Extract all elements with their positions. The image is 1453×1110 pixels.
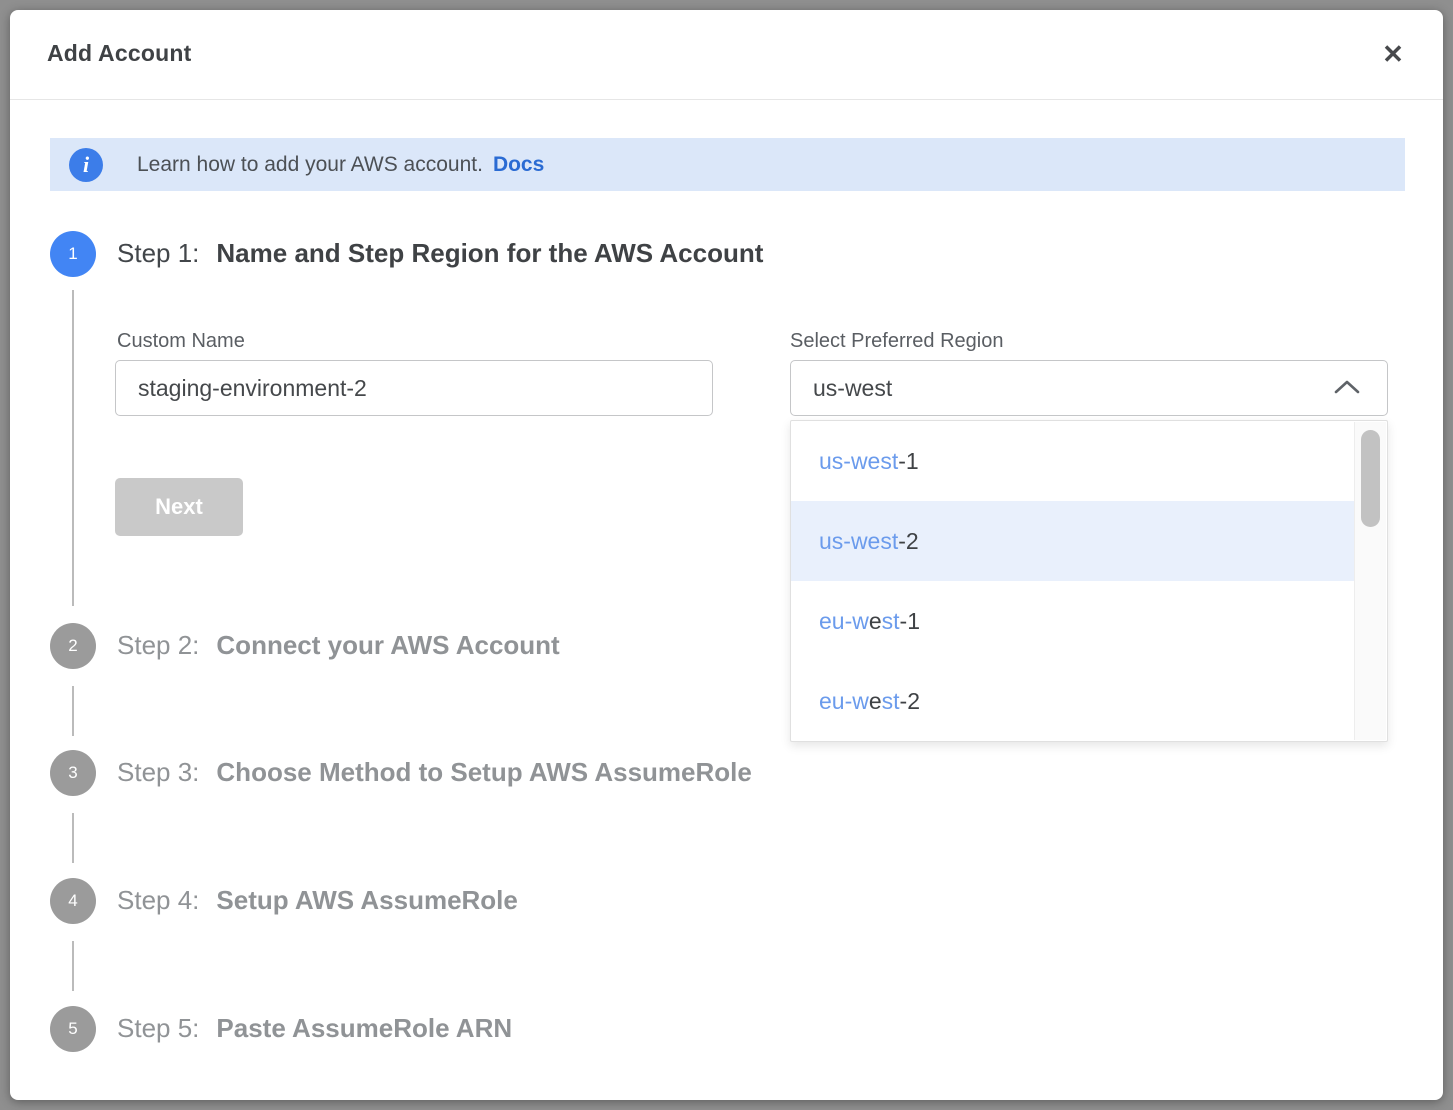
info-icon: i bbox=[69, 148, 103, 182]
region-select-input[interactable] bbox=[790, 360, 1388, 416]
step2-heading: Step 2: Connect your AWS Account bbox=[117, 630, 560, 661]
modal-header: Add Account ✕ bbox=[10, 10, 1443, 100]
option-match-text: us-west bbox=[819, 448, 898, 474]
step4-heading: Step 4: Setup AWS AssumeRole bbox=[117, 885, 518, 916]
step1-title: Name and Step Region for the AWS Account bbox=[216, 238, 763, 268]
step1-circle: 1 bbox=[50, 231, 96, 277]
step-connector-3-4 bbox=[72, 813, 74, 863]
step3-heading: Step 3: Choose Method to Setup AWS Assume… bbox=[117, 757, 752, 788]
region-option-us-west-1[interactable]: us-west-1 bbox=[791, 421, 1354, 501]
step4-title: Setup AWS AssumeRole bbox=[216, 885, 517, 915]
region-label: Select Preferred Region bbox=[790, 330, 1003, 353]
option-rest-text: -1 bbox=[900, 608, 920, 634]
banner-text: Learn how to add your AWS account. bbox=[137, 153, 483, 177]
step4-circle: 4 bbox=[50, 878, 96, 924]
option-rest-text: e bbox=[869, 608, 882, 634]
step5-heading: Step 5: Paste AssumeRole ARN bbox=[117, 1013, 512, 1044]
step2-title: Connect your AWS Account bbox=[216, 630, 559, 660]
info-banner: i Learn how to add your AWS account. Doc… bbox=[50, 138, 1405, 191]
option-rest-text: e bbox=[869, 688, 882, 714]
option-rest-text: -2 bbox=[900, 688, 920, 714]
option-match-text: us-west bbox=[819, 528, 898, 554]
region-option-eu-west-1[interactable]: eu-west-1 bbox=[791, 581, 1354, 661]
step-connector-2-3 bbox=[72, 686, 74, 736]
step5-title: Paste AssumeRole ARN bbox=[216, 1013, 512, 1043]
option-match-text: st bbox=[882, 688, 900, 714]
step3-prefix: Step 3: bbox=[117, 757, 199, 787]
step2-prefix: Step 2: bbox=[117, 630, 199, 660]
step-connector-1-2 bbox=[72, 290, 74, 606]
region-select[interactable] bbox=[790, 360, 1388, 416]
option-rest-text: -1 bbox=[898, 448, 918, 474]
region-option-us-west-2[interactable]: us-west-2 bbox=[791, 501, 1354, 581]
close-icon[interactable]: ✕ bbox=[1373, 34, 1413, 74]
step3-circle: 3 bbox=[50, 750, 96, 796]
option-match-text: st bbox=[882, 608, 900, 634]
dropdown-scrollbar-track[interactable] bbox=[1354, 422, 1386, 740]
option-match-text: eu-w bbox=[819, 608, 869, 634]
step2-circle: 2 bbox=[50, 623, 96, 669]
dropdown-scrollbar-thumb[interactable] bbox=[1361, 430, 1380, 527]
modal-title: Add Account bbox=[47, 40, 191, 67]
add-account-modal: Add Account ✕ i Learn how to add your AW… bbox=[10, 10, 1443, 1100]
custom-name-label: Custom Name bbox=[117, 330, 245, 353]
custom-name-input[interactable] bbox=[115, 360, 713, 416]
option-match-text: eu-w bbox=[819, 688, 869, 714]
step5-prefix: Step 5: bbox=[117, 1013, 199, 1043]
region-option-eu-west-2[interactable]: eu-west-2 bbox=[791, 661, 1354, 741]
option-rest-text: -2 bbox=[898, 528, 918, 554]
step1-prefix: Step 1: bbox=[117, 238, 199, 268]
step5-circle: 5 bbox=[50, 1006, 96, 1052]
region-dropdown: us-west-1 us-west-2 eu-west-1 eu-west-2 bbox=[790, 420, 1388, 742]
region-option-list: us-west-1 us-west-2 eu-west-1 eu-west-2 bbox=[791, 421, 1354, 741]
next-button[interactable]: Next bbox=[115, 478, 243, 536]
step1-heading: Step 1: Name and Step Region for the AWS … bbox=[117, 238, 763, 269]
step4-prefix: Step 4: bbox=[117, 885, 199, 915]
docs-link[interactable]: Docs bbox=[493, 153, 544, 177]
step-connector-4-5 bbox=[72, 941, 74, 991]
step3-title: Choose Method to Setup AWS AssumeRole bbox=[216, 757, 751, 787]
